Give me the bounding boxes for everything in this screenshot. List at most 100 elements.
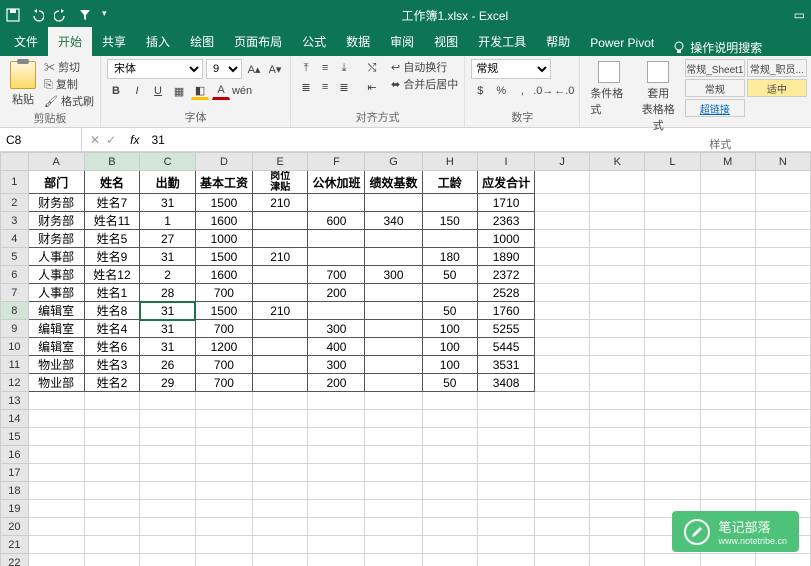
cell-C10[interactable]: 31 [140, 338, 196, 356]
cell-D9[interactable]: 700 [195, 320, 252, 338]
cell-E8[interactable]: 210 [252, 302, 308, 320]
cell-J1[interactable] [535, 171, 590, 194]
cell-C22[interactable] [140, 554, 196, 566]
cell-I16[interactable] [478, 446, 535, 464]
cell-K18[interactable] [590, 482, 645, 500]
cell-E3[interactable] [252, 212, 308, 230]
cell-N5[interactable] [755, 248, 810, 266]
cell-L9[interactable] [645, 320, 700, 338]
cell-J7[interactable] [535, 284, 590, 302]
cell-L6[interactable] [645, 266, 700, 284]
tab-pivot[interactable]: Power Pivot [580, 30, 664, 56]
cell-E5[interactable]: 210 [252, 248, 308, 266]
col-header-I[interactable]: I [478, 153, 535, 171]
cell-D8[interactable]: 1500 [195, 302, 252, 320]
decrease-font-icon[interactable]: A▾ [266, 60, 284, 78]
cell-I12[interactable]: 3408 [478, 374, 535, 392]
cell-F14[interactable] [308, 410, 365, 428]
cell-B1[interactable]: 姓名 [84, 171, 140, 194]
copy-button[interactable]: ⎘ 复制 [44, 76, 94, 92]
tab-home[interactable]: 开始 [48, 27, 92, 56]
italic-button[interactable]: I [128, 82, 146, 100]
cell-C12[interactable]: 29 [140, 374, 196, 392]
decrease-indent-icon[interactable]: ⇤ [363, 78, 381, 96]
cell-G5[interactable] [365, 248, 422, 266]
cell-J15[interactable] [535, 428, 590, 446]
cell-G17[interactable] [365, 464, 422, 482]
cell-B19[interactable] [84, 500, 140, 518]
tab-share[interactable]: 共享 [92, 27, 136, 56]
style-normal-staff[interactable]: 常规_职员... [747, 59, 807, 77]
cell-G20[interactable] [365, 518, 422, 536]
cell-F13[interactable] [308, 392, 365, 410]
align-middle-icon[interactable]: ≡ [316, 59, 334, 77]
tab-help[interactable]: 帮助 [536, 27, 580, 56]
cell-B9[interactable]: 姓名4 [84, 320, 140, 338]
cell-C4[interactable]: 27 [140, 230, 196, 248]
cell-J6[interactable] [535, 266, 590, 284]
cell-D20[interactable] [195, 518, 252, 536]
row-header-3[interactable]: 3 [1, 212, 29, 230]
cell-D16[interactable] [195, 446, 252, 464]
cell-K3[interactable] [590, 212, 645, 230]
cell-I22[interactable] [478, 554, 535, 566]
row-header-10[interactable]: 10 [1, 338, 29, 356]
cell-F10[interactable]: 400 [308, 338, 365, 356]
cell-N16[interactable] [755, 446, 810, 464]
row-header-19[interactable]: 19 [1, 500, 29, 518]
cell-A3[interactable]: 财务部 [28, 212, 84, 230]
tab-insert[interactable]: 插入 [136, 27, 180, 56]
cell-I4[interactable]: 1000 [478, 230, 535, 248]
cell-M11[interactable] [700, 356, 755, 374]
cell-L15[interactable] [645, 428, 700, 446]
cell-G15[interactable] [365, 428, 422, 446]
cell-B14[interactable] [84, 410, 140, 428]
cell-L10[interactable] [645, 338, 700, 356]
cell-I8[interactable]: 1760 [478, 302, 535, 320]
percent-icon[interactable]: % [492, 82, 510, 100]
cell-I5[interactable]: 1890 [478, 248, 535, 266]
cell-K16[interactable] [590, 446, 645, 464]
accept-formula-icon[interactable]: ✓ [106, 133, 116, 147]
cell-N17[interactable] [755, 464, 810, 482]
cell-B4[interactable]: 姓名5 [84, 230, 140, 248]
cell-M15[interactable] [700, 428, 755, 446]
cell-K10[interactable] [590, 338, 645, 356]
cell-K1[interactable] [590, 171, 645, 194]
cell-H9[interactable]: 100 [422, 320, 478, 338]
cell-C2[interactable]: 31 [140, 194, 196, 212]
cell-H17[interactable] [422, 464, 478, 482]
cell-N1[interactable] [755, 171, 810, 194]
cell-J11[interactable] [535, 356, 590, 374]
cell-C9[interactable]: 31 [140, 320, 196, 338]
cell-H6[interactable]: 50 [422, 266, 478, 284]
cell-A4[interactable]: 财务部 [28, 230, 84, 248]
cell-I17[interactable] [478, 464, 535, 482]
tab-layout[interactable]: 页面布局 [224, 27, 292, 56]
cell-L12[interactable] [645, 374, 700, 392]
cell-E12[interactable] [252, 374, 308, 392]
cell-C13[interactable] [140, 392, 196, 410]
cell-J10[interactable] [535, 338, 590, 356]
cell-B12[interactable]: 姓名2 [84, 374, 140, 392]
cell-C1[interactable]: 出勤 [140, 171, 196, 194]
redo-icon[interactable] [54, 8, 68, 22]
cell-I13[interactable] [478, 392, 535, 410]
cell-M8[interactable] [700, 302, 755, 320]
cell-M3[interactable] [700, 212, 755, 230]
cell-D4[interactable]: 1000 [195, 230, 252, 248]
cell-C20[interactable] [140, 518, 196, 536]
cell-J9[interactable] [535, 320, 590, 338]
cell-H21[interactable] [422, 536, 478, 554]
font-color-button[interactable]: A [212, 82, 230, 100]
cell-D17[interactable] [195, 464, 252, 482]
cell-F19[interactable] [308, 500, 365, 518]
select-all-corner[interactable] [1, 153, 29, 171]
cell-M17[interactable] [700, 464, 755, 482]
cell-H12[interactable]: 50 [422, 374, 478, 392]
cell-J4[interactable] [535, 230, 590, 248]
filter-icon[interactable] [78, 8, 92, 22]
increase-font-icon[interactable]: A▴ [245, 60, 263, 78]
cell-C6[interactable]: 2 [140, 266, 196, 284]
cell-L13[interactable] [645, 392, 700, 410]
